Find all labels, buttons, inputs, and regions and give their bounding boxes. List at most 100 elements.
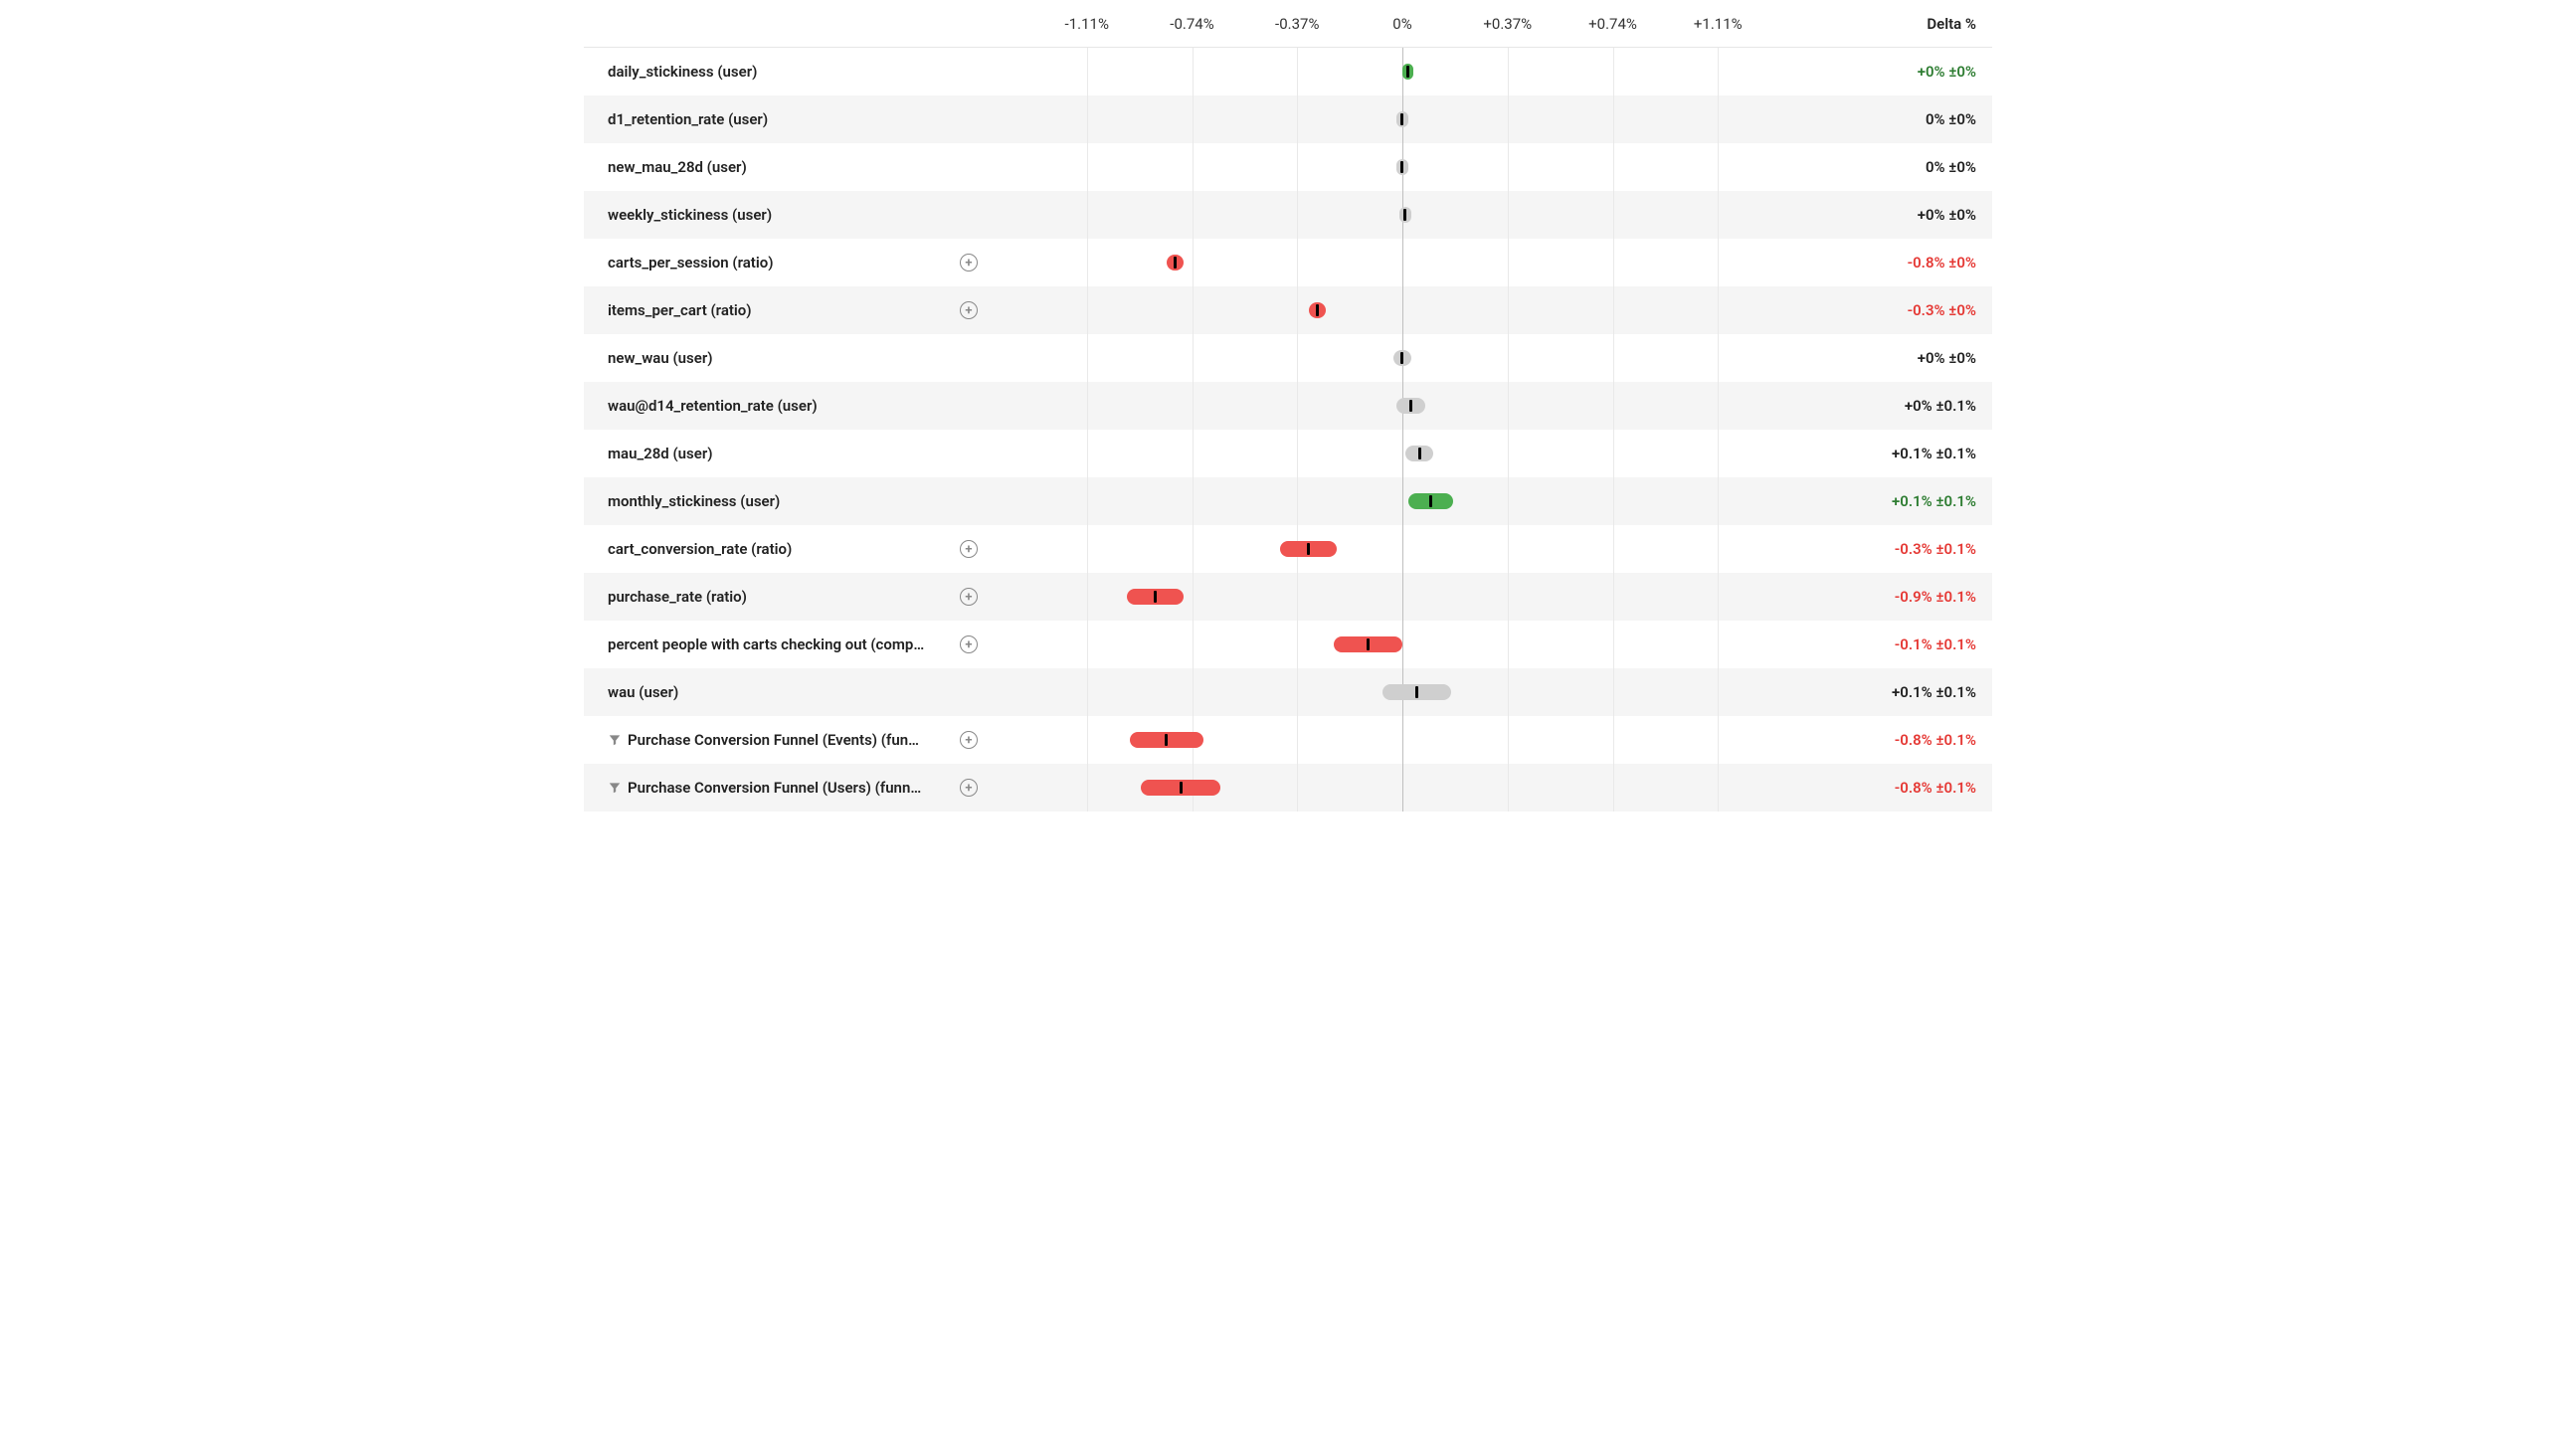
metric-row[interactable]: wau@d14_retention_rate (user)+0% ±0.1% <box>584 382 1992 430</box>
confidence-interval-pill[interactable] <box>1309 302 1326 318</box>
confidence-interval-pill[interactable] <box>1393 350 1410 366</box>
confidence-interval-pill[interactable] <box>1402 64 1413 80</box>
metric-delta-cell: -0.8% ±0% <box>1823 254 1992 272</box>
expand-plus-icon[interactable]: + <box>960 779 978 797</box>
confidence-interval-pill[interactable] <box>1396 111 1407 127</box>
gridline <box>1718 573 1719 621</box>
gridline <box>1297 239 1298 286</box>
gridline <box>1613 477 1614 525</box>
gridline <box>1402 621 1403 668</box>
gridline <box>1613 716 1614 764</box>
metric-label-cell: d1_retention_rate (user) <box>584 110 982 128</box>
metric-row[interactable]: d1_retention_rate (user) 0% ±0% <box>584 95 1992 143</box>
gridline <box>1297 668 1298 716</box>
gridline <box>1718 143 1719 191</box>
confidence-interval-pill[interactable] <box>1127 589 1184 605</box>
gridline <box>1613 764 1614 812</box>
confidence-interval-pill[interactable] <box>1130 732 1203 748</box>
gridline <box>1297 95 1298 143</box>
confidence-interval-pill[interactable] <box>1399 207 1410 223</box>
gridline <box>1087 286 1088 334</box>
gridline <box>1087 573 1088 621</box>
gridline <box>1193 382 1194 430</box>
expand-plus-icon[interactable]: + <box>960 588 978 606</box>
metric-delta-value: -0.9% ±0.1% <box>1895 588 1976 606</box>
confidence-interval-pill[interactable] <box>1396 398 1425 414</box>
metric-delta-cell: +0.1% ±0.1% <box>1823 445 1992 462</box>
metric-delta-cell: +0.1% ±0.1% <box>1823 492 1992 510</box>
confidence-interval-pill[interactable] <box>1167 255 1184 271</box>
gridline <box>1297 382 1298 430</box>
metric-delta-cell: 0% ±0% <box>1823 110 1992 128</box>
metric-label: monthly_stickiness (user) <box>608 492 976 510</box>
gridline <box>1087 716 1088 764</box>
metric-delta-cell: +0.1% ±0.1% <box>1823 683 1992 701</box>
metric-row[interactable]: monthly_stickiness (user) +0.1% ±0.1% <box>584 477 1992 525</box>
gridline <box>1402 239 1403 286</box>
expand-plus-icon[interactable]: + <box>960 254 978 272</box>
confidence-interval-pill[interactable] <box>1408 493 1454 509</box>
confidence-interval-pill[interactable] <box>1382 684 1451 700</box>
expand-plus-icon[interactable]: + <box>960 301 978 319</box>
metric-row[interactable]: mau_28d (user)+0.1% ±0.1% <box>584 430 1992 477</box>
gridline <box>1087 191 1088 239</box>
gridline <box>1508 334 1509 382</box>
metric-label-cell: wau@d14_retention_rate (user) <box>584 397 982 415</box>
expand-plus-icon[interactable]: + <box>960 635 978 653</box>
gridline <box>1613 191 1614 239</box>
metric-label: Purchase Conversion Funnel (Events) (fun… <box>628 731 954 749</box>
gridline <box>1508 477 1509 525</box>
point-estimate-tick <box>1400 352 1403 364</box>
point-estimate-tick <box>1418 448 1421 459</box>
metric-delta-value: +0.1% ±0.1% <box>1892 445 1976 462</box>
metric-chart-cell <box>982 382 1823 430</box>
gridline <box>1087 621 1088 668</box>
gridline <box>1718 48 1719 95</box>
gridline <box>1087 239 1088 286</box>
axis-tick-label: +0.37% <box>1483 15 1532 33</box>
metric-row[interactable]: items_per_cart (ratio)+-0.3% ±0% <box>584 286 1992 334</box>
metric-label: new_mau_28d (user) <box>608 158 976 176</box>
gridline <box>1508 143 1509 191</box>
gridline <box>1193 286 1194 334</box>
metric-delta-cell: -0.3% ±0.1% <box>1823 540 1992 558</box>
gridline <box>1718 477 1719 525</box>
gridline <box>1508 95 1509 143</box>
expand-plus-icon[interactable]: + <box>960 731 978 749</box>
metric-label-cell: wau (user) <box>584 683 982 701</box>
metric-row[interactable]: Purchase Conversion Funnel (Events) (fun… <box>584 716 1992 764</box>
confidence-interval-pill[interactable] <box>1334 636 1402 652</box>
metric-chart-cell <box>982 48 1823 95</box>
metric-row[interactable]: purchase_rate (ratio)+-0.9% ±0.1% <box>584 573 1992 621</box>
gridline <box>1718 239 1719 286</box>
metric-row[interactable]: cart_conversion_rate (ratio)+-0.3% ±0.1% <box>584 525 1992 573</box>
gridline <box>1718 382 1719 430</box>
metric-row[interactable]: percent people with carts checking out (… <box>584 621 1992 668</box>
metric-row[interactable]: Purchase Conversion Funnel (Users) (funn… <box>584 764 1992 812</box>
gridline <box>1718 621 1719 668</box>
delta-header-text: Delta % <box>1927 15 1976 33</box>
metric-row[interactable]: daily_stickiness (user)+0% ±0% <box>584 48 1992 95</box>
metric-row[interactable]: carts_per_session (ratio)+-0.8% ±0% <box>584 239 1992 286</box>
metric-delta-value: -0.8% ±0.1% <box>1895 731 1976 749</box>
point-estimate-tick <box>1400 161 1403 173</box>
metric-row[interactable]: new_wau (user)+0% ±0% <box>584 334 1992 382</box>
confidence-interval-pill[interactable] <box>1405 446 1434 461</box>
metric-chart-cell <box>982 430 1823 477</box>
gridline <box>1193 95 1194 143</box>
metric-row[interactable]: wau (user) +0.1% ±0.1% <box>584 668 1992 716</box>
point-estimate-tick <box>1429 495 1432 507</box>
gridline <box>1402 525 1403 573</box>
confidence-interval-pill[interactable] <box>1280 541 1337 557</box>
metric-delta-value: +0% ±0% <box>1918 206 1976 224</box>
gridline <box>1297 764 1298 812</box>
metric-label: wau@d14_retention_rate (user) <box>608 397 976 415</box>
confidence-interval-pill[interactable] <box>1141 780 1220 796</box>
metric-row[interactable]: weekly_stickiness (user)+0% ±0% <box>584 191 1992 239</box>
metric-delta-cell: +0% ±0% <box>1823 206 1992 224</box>
metric-delta-cell: -0.1% ±0.1% <box>1823 635 1992 653</box>
metric-row[interactable]: new_mau_28d (user)0% ±0% <box>584 143 1992 191</box>
confidence-interval-pill[interactable] <box>1396 159 1407 175</box>
gridline <box>1087 430 1088 477</box>
expand-plus-icon[interactable]: + <box>960 540 978 558</box>
